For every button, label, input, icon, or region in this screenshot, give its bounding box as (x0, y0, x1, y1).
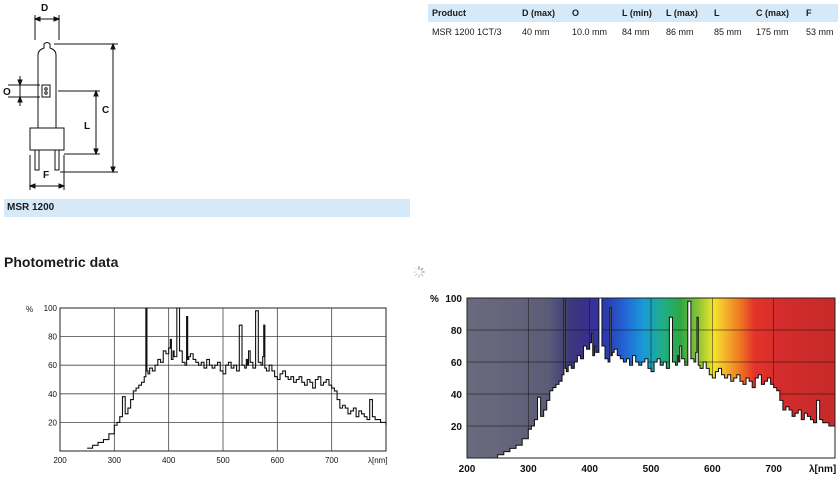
spec-header: L (710, 4, 752, 22)
spec-header: F (802, 4, 838, 22)
x-axis-unit: λ[nm] (809, 464, 836, 475)
spec-header: D (max) (518, 4, 568, 22)
table-row: MSR 1200 1CT/3 40 mm 10.0 mm 84 mm 86 mm… (428, 22, 838, 40)
y-tick-label: 100 (445, 294, 462, 305)
spec-cell: 175 mm (756, 27, 789, 37)
x-tick-label: 500 (643, 464, 660, 475)
lamp-dimension-drawing (8, 15, 118, 190)
section-title: Photometric data (4, 254, 119, 270)
y-tick-label: 60 (48, 361, 57, 370)
y-tick-label: 40 (48, 390, 57, 399)
y-tick-label: 100 (44, 304, 58, 313)
spec-cell: 40 mm (522, 27, 550, 37)
spec-cell: 53 mm (806, 27, 834, 37)
dim-label-c: C (102, 105, 110, 116)
spec-cell: 10.0 mm (572, 27, 608, 37)
y-tick-label: 20 (48, 418, 57, 427)
x-axis-unit: λ[nm] (368, 456, 388, 465)
y-tick-label: 40 (451, 390, 463, 401)
x-tick-label: 600 (704, 464, 721, 475)
x-tick-label: 300 (108, 456, 122, 465)
spectral-chart-color: 200 300 400 500 600 700 20 40 60 80 100% λ[nm] (430, 294, 836, 475)
y-tick-label: 80 (48, 333, 57, 342)
spectral-chart-line: 200 300 400 500 600 700 20 40 60 80 100% λ[nm] (26, 304, 388, 465)
y-axis-symbol: % (26, 305, 33, 314)
product-name-bar: MSR 1200 (4, 199, 410, 217)
spec-header: Product (428, 4, 518, 22)
spec-table: Product D (max) O L (min) L (max) L C (m… (428, 4, 838, 40)
spec-header: L (min) (618, 4, 662, 22)
y-axis-symbol: % (430, 294, 439, 305)
x-tick-label: 300 (520, 464, 537, 475)
x-tick-label: 700 (325, 456, 339, 465)
spec-cell: 84 mm (622, 27, 650, 37)
dim-label-d: D (41, 3, 49, 14)
spec-header: C (max) (752, 4, 802, 22)
spec-cell: 85 mm (714, 27, 742, 37)
dim-label-l: L (84, 121, 91, 132)
x-tick-label: 600 (271, 456, 285, 465)
x-tick-label: 400 (162, 456, 176, 465)
x-tick-label: 200 (459, 464, 476, 475)
dim-label-o: O (3, 87, 11, 98)
spec-header: O (568, 4, 618, 22)
spec-cell: MSR 1200 1CT/3 (432, 27, 502, 37)
spec-table-header-row: Product D (max) O L (min) L (max) L C (m… (428, 4, 838, 22)
y-tick-label: 60 (451, 358, 463, 369)
x-tick-label: 400 (581, 464, 598, 475)
y-tick-label: 80 (451, 326, 463, 337)
loading-spinner-icon (413, 266, 425, 278)
spec-cell: 86 mm (666, 27, 694, 37)
spec-header: L (max) (662, 4, 710, 22)
y-tick-label: 20 (451, 422, 463, 433)
x-tick-label: 200 (53, 456, 67, 465)
x-tick-label: 700 (765, 464, 782, 475)
x-tick-label: 500 (216, 456, 230, 465)
dim-label-f: F (43, 170, 50, 181)
